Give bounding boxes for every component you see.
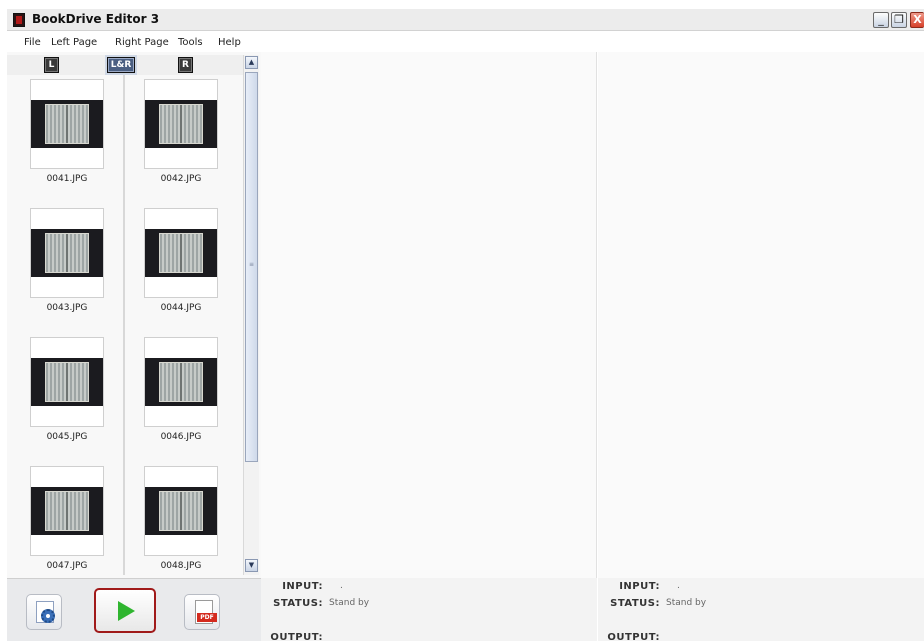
status-value: Stand by [666,598,707,608]
status-label: STATUS: [610,598,660,609]
view-mode-both-button[interactable]: L&R [107,57,135,73]
thumbnail-image [31,229,103,277]
menu-tools[interactable]: Tools [178,37,203,48]
thumbnail-image [145,487,217,535]
thumbnail-label: 0042.JPG [160,174,202,184]
window-title: BookDrive Editor 3 [32,12,160,26]
pdf-export-button[interactable]: PDF [184,594,220,630]
settings-button[interactable] [26,594,62,630]
thumbnail-image [31,487,103,535]
status-label: STATUS: [273,598,323,609]
menu-file[interactable]: File [24,37,41,48]
view-mode-strip: L L&R R [7,55,243,75]
menu-left-page[interactable]: Left Page [51,37,97,48]
input-label: INPUT: [282,581,323,592]
app-icon [13,13,25,27]
thumbnail-label: 0043.JPG [46,303,88,313]
bookdrive-editor-window: BookDrive Editor 3 _ ❐ X File Left Page … [0,0,924,643]
thumbnail[interactable] [30,466,104,556]
input-value: . [340,581,343,591]
output-label: OUTPUT: [607,632,660,643]
thumbnail[interactable] [30,337,104,427]
thumbnail-label: 0041.JPG [46,174,88,184]
thumbnail-label: 0048.JPG [160,561,202,571]
pdf-icon: PDF [197,613,217,622]
scroll-up-icon[interactable]: ▲ [245,56,258,69]
menu-right-page[interactable]: Right Page [115,37,169,48]
thumbnail-image [31,100,103,148]
thumbnail-label: 0046.JPG [160,432,202,442]
thumbnail-image [145,229,217,277]
view-mode-left-button[interactable]: L [44,57,59,73]
play-icon [118,601,135,621]
right-page-preview[interactable] [598,52,924,578]
thumbnail[interactable] [144,466,218,556]
thumbnail-label: 0045.JPG [46,432,88,442]
restore-button[interactable]: ❐ [891,12,907,28]
thumbnail[interactable] [144,337,218,427]
status-value: Stand by [329,598,370,608]
output-label: OUTPUT: [270,632,323,643]
thumbnail[interactable] [30,208,104,298]
thumbnail-image [145,358,217,406]
thumbnail[interactable] [144,208,218,298]
menu-help[interactable]: Help [218,37,241,48]
thumbnail-image [31,358,103,406]
thumbnail-label: 0047.JPG [46,561,88,571]
run-button[interactable] [94,588,156,633]
scroll-thumb[interactable]: ≡ [245,72,258,462]
thumbnail-label: 0044.JPG [160,303,202,313]
view-mode-right-button[interactable]: R [178,57,193,73]
input-label: INPUT: [619,581,660,592]
settings-gear-icon [41,609,55,623]
left-page-preview[interactable] [261,52,597,578]
thumbnail-image [145,100,217,148]
column-divider [123,75,125,575]
title-bar: BookDrive Editor 3 _ ❐ X [7,9,924,31]
thumbnail[interactable] [30,79,104,169]
menu-bar: File Left Page Right Page Tools Help [7,35,924,52]
scroll-down-icon[interactable]: ▼ [245,559,258,572]
input-value: . [677,581,680,591]
right-status-panel: INPUT: . STATUS: Stand by OUTPUT: [598,578,924,643]
grip-icon: ≡ [249,261,255,268]
close-button[interactable]: X [910,12,924,28]
left-status-panel: INPUT: . STATUS: Stand by OUTPUT: [261,578,597,643]
thumbnail-scrollbar[interactable]: ▲ ≡ ▼ [243,55,259,575]
bottom-toolbar: PDF [7,578,266,641]
minimize-button[interactable]: _ [873,12,889,28]
thumbnail[interactable] [144,79,218,169]
